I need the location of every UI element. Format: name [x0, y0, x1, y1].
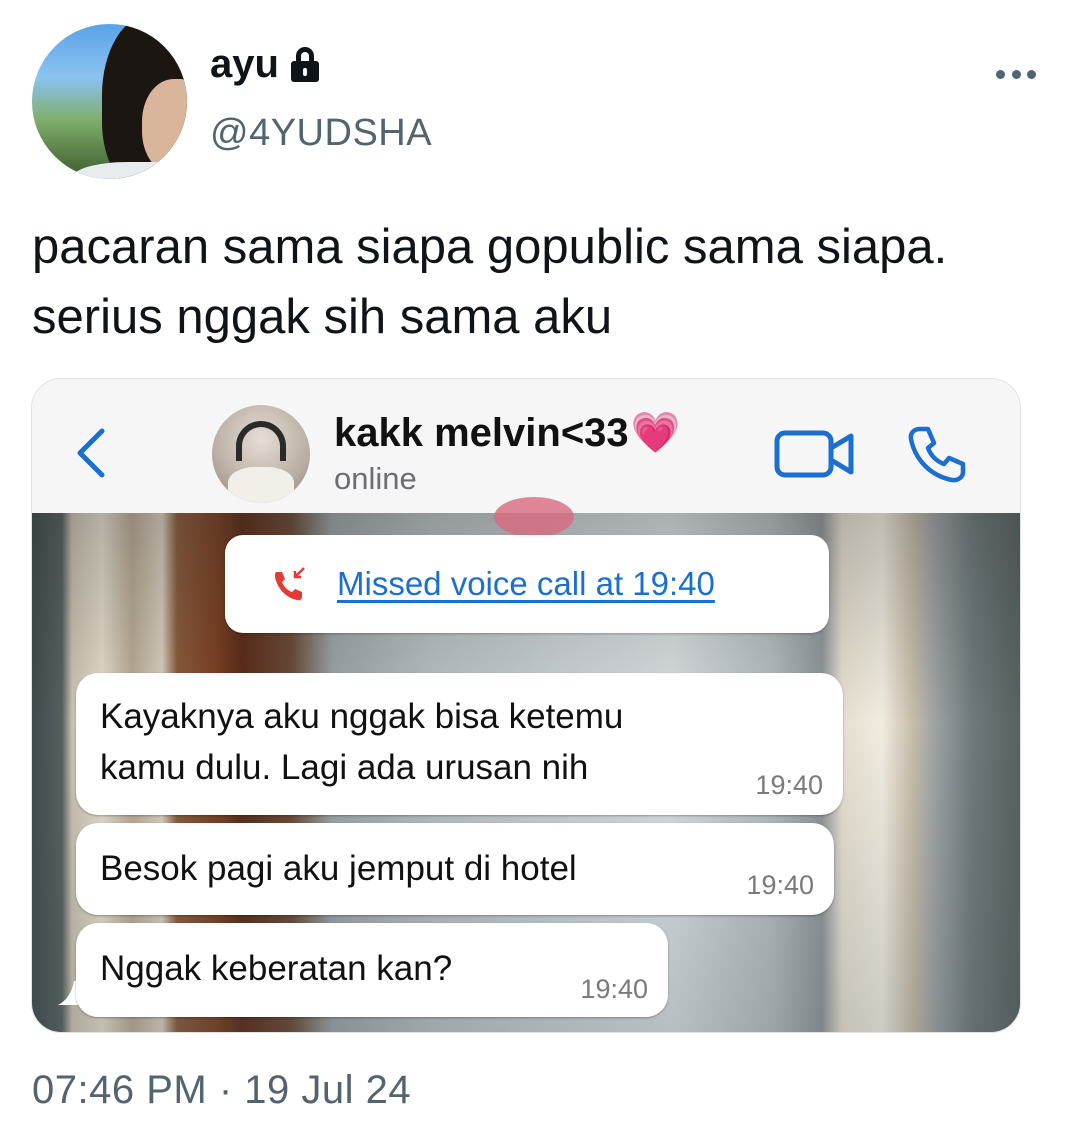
message-bubble: Nggak keberatan kan? 19:40	[76, 923, 668, 1017]
missed-call-icon	[275, 567, 305, 601]
missed-call-banner: Missed voice call at 19:40	[225, 535, 829, 633]
contact-name: kakk melvin<33💗	[334, 411, 681, 455]
missed-call-text: Missed voice call at 19:40	[337, 565, 715, 602]
tweet-text: pacaran sama siapa gopublic sama siapa. …	[32, 220, 948, 344]
contact-status: online	[334, 461, 417, 496]
pink-heart-icon: 💗	[630, 411, 681, 455]
phone-call-icon	[908, 426, 966, 483]
message-time: 19:40	[580, 974, 648, 1004]
user-handle[interactable]: @4YUDSHA	[210, 112, 432, 155]
message-time: 19:40	[746, 870, 814, 900]
tweet-timestamp[interactable]: 07:46 PM · 19 Jul 24	[32, 1068, 411, 1113]
display-name[interactable]: ayu	[210, 42, 279, 87]
lock-icon	[289, 46, 321, 83]
wallpaper-flower	[494, 497, 574, 537]
more-options-icon[interactable]	[996, 62, 1036, 86]
video-call-icon	[774, 430, 854, 478]
back-chevron-icon	[77, 428, 105, 478]
author-name-row: ayu	[210, 42, 321, 87]
message-bubble: Kayaknya aku nggak bisa ketemu kamu dulu…	[76, 673, 843, 815]
message-bubble: Besok pagi aku jemput di hotel 19:40	[76, 823, 834, 915]
tweet-media-image[interactable]: kakk melvin<33💗 online Missed voice call…	[31, 378, 1021, 1033]
contact-avatar	[212, 405, 310, 503]
message-text: Nggak keberatan kan?	[100, 949, 453, 988]
message-text-line: Kayaknya aku nggak bisa ketemu	[100, 697, 624, 736]
message-text-line: kamu dulu. Lagi ada urusan nih	[100, 748, 589, 787]
message-time: 19:40	[755, 770, 823, 800]
message-text: Besok pagi aku jemput di hotel	[100, 849, 577, 888]
chat-header: kakk melvin<33💗 online	[32, 379, 1020, 513]
user-avatar[interactable]	[32, 24, 187, 179]
